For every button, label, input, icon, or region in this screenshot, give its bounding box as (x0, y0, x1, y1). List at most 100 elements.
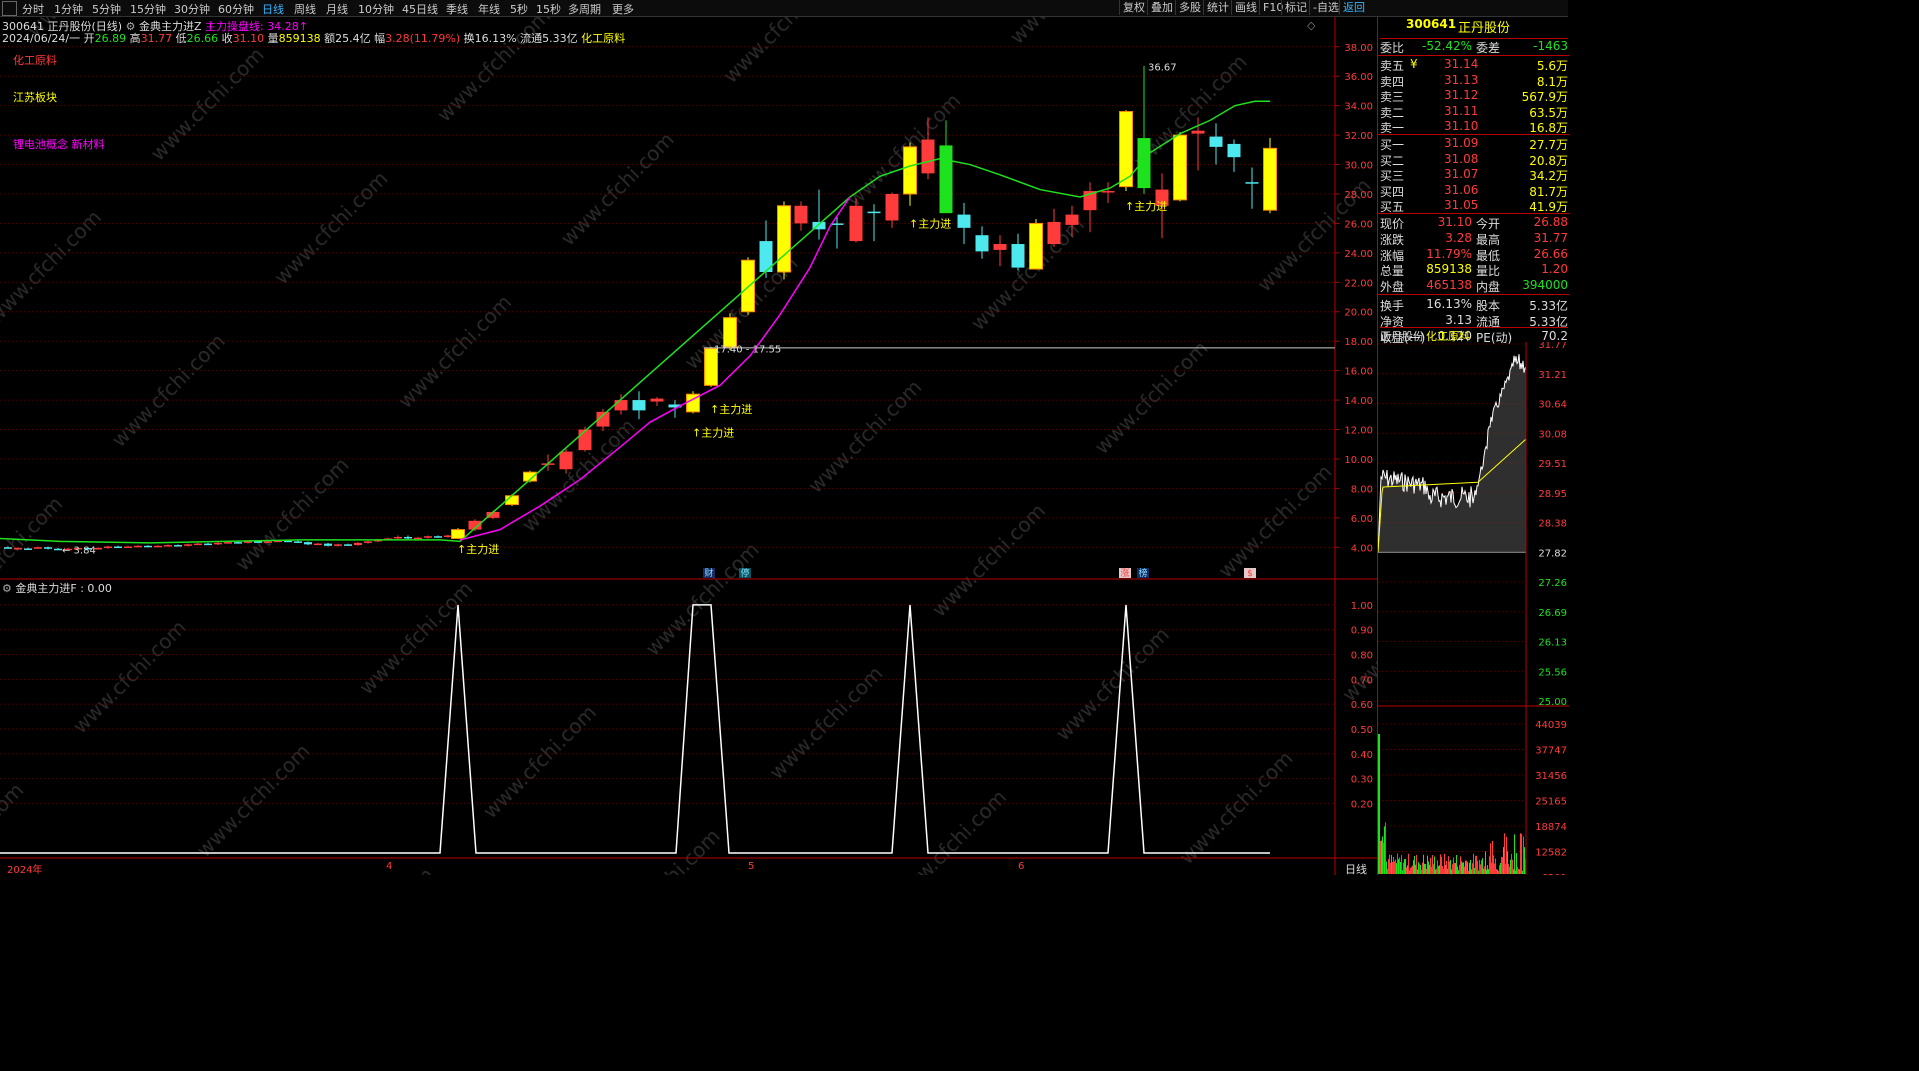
high-value: 31.77 (140, 32, 173, 45)
mini-price-tick: 31.21 (1538, 370, 1567, 381)
ask-row-price: 31.13 (1444, 72, 1479, 87)
stat-label: 量比 (1476, 264, 1501, 279)
bid-row-label: 买二 (1380, 153, 1405, 168)
period-tab-7[interactable]: 周线 (294, 1, 316, 17)
price-tick-label: 18.00 (1344, 337, 1373, 348)
watermark-background (0, 17, 1377, 875)
mini-area (1378, 354, 1526, 553)
period-toolbar: 分时 1分钟 5分钟 15分钟 30分钟 60分钟 日线 周线 月线 10分钟 45日线 季线 年线 5秒… (0, 0, 1568, 17)
period-tab-6[interactable]: 日线 (262, 1, 284, 17)
indicator-tick-label: 0.60 (1351, 700, 1373, 711)
event-marker-label[interactable]: 榜 (1138, 567, 1147, 579)
indicator-tick-label: 0.80 (1351, 651, 1373, 662)
price-tick-label: 36.00 (1344, 72, 1373, 83)
candle-body (921, 139, 935, 174)
ask-row-volume: 5.6万 (1536, 59, 1568, 73)
bid-list: 买一 31.09 27.7万 买二 31.08 20.8万 买三 31.07 34.2万 买四 31… (1378, 134, 1569, 214)
toolbar-button-0[interactable]: 复权 (1119, 0, 1148, 15)
candle-body (1245, 182, 1259, 184)
candle-body (1065, 214, 1079, 225)
period-tab-4[interactable]: 30分钟 (174, 1, 210, 17)
toolbar-button-6[interactable]: 标记 (1281, 0, 1310, 15)
ask-row-flag: ¥ (1410, 57, 1418, 71)
ask-row-price: 31.14 (1444, 57, 1479, 71)
weibi-label: 委比 (1380, 41, 1405, 55)
price-tick-label: 28.00 (1344, 190, 1373, 201)
toolbar-button-4[interactable]: 画线 (1231, 0, 1260, 15)
period-tab-9[interactable]: 10分钟 (358, 1, 394, 17)
stat-value: 31.77 (1533, 230, 1568, 245)
candle-body (44, 547, 52, 549)
candle-body (144, 545, 152, 548)
x-axis-label-april: 4 (386, 861, 393, 872)
ask-row-price: 31.11 (1444, 103, 1479, 118)
period-tab-16[interactable]: 更多 (612, 1, 634, 17)
quote-name: 正丹股份 (1458, 21, 1511, 36)
bid-row-volume: 20.8万 (1529, 153, 1568, 168)
concept-label[interactable]: 锂电池概念 新材料 (13, 136, 105, 152)
period-tab-8[interactable]: 月线 (326, 1, 348, 17)
expand-diamond-icon[interactable]: ◇ (1307, 19, 1315, 32)
mini-price-tick: 28.38 (1538, 519, 1567, 530)
bid-row-label: 买四 (1380, 184, 1405, 199)
candle-body (957, 214, 971, 228)
quote-code: 300641 (1406, 17, 1457, 31)
mini-price-tick: 27.26 (1538, 578, 1567, 589)
price-tick-label: 10.00 (1344, 455, 1373, 466)
period-tab-5[interactable]: 60分钟 (218, 1, 254, 17)
event-marker-label[interactable]: $ (1247, 569, 1253, 579)
candle-body (1227, 143, 1241, 158)
toolbar-button-3[interactable]: 统计 (1203, 0, 1232, 15)
candle-body (404, 536, 412, 539)
price-tick-label: 32.00 (1344, 131, 1373, 142)
window-menu-icon[interactable] (2, 1, 17, 16)
open-label: 开 (83, 32, 95, 45)
candle-body (559, 451, 573, 470)
indicator-tick-label: 0.70 (1351, 675, 1373, 686)
toolbar-button-1[interactable]: 叠加 (1147, 0, 1176, 15)
mini-vol-tick: 18874 (1535, 822, 1567, 833)
candle-body (224, 542, 232, 544)
ask-row-price: 31.12 (1444, 88, 1479, 103)
period-tab-15[interactable]: 多周期 (568, 1, 601, 17)
indicator-tick-label: 0.40 (1351, 750, 1373, 761)
toolbar-button-7[interactable]: -自选 (1309, 0, 1342, 15)
region-label[interactable]: 江苏板块 (13, 89, 57, 105)
event-marker-label[interactable]: 财 (704, 567, 713, 579)
period-tab-10[interactable]: 45日线 (402, 1, 438, 17)
period-tab-1[interactable]: 1分钟 (54, 1, 83, 17)
period-indicator[interactable]: 日线 (1345, 861, 1367, 877)
candle-body (184, 544, 192, 546)
ask-row-volume: 567.9万 (1521, 90, 1568, 105)
mini-price-tick: 30.64 (1538, 400, 1567, 411)
bid-row-label: 买三 (1380, 169, 1405, 184)
period-tab-3[interactable]: 15分钟 (130, 1, 166, 17)
candle-body (723, 317, 737, 348)
period-tab-2[interactable]: 5分钟 (92, 1, 121, 17)
sector-label[interactable]: 化工原料 (581, 32, 625, 45)
candle-body (34, 547, 42, 549)
float-label: 流通 (520, 32, 543, 45)
event-marker-label[interactable]: 停 (740, 567, 749, 579)
period-tab-12[interactable]: 年线 (478, 1, 500, 17)
toolbar-button-2[interactable]: 多股 (1175, 0, 1204, 15)
industry-label[interactable]: 化工原料 (13, 52, 57, 68)
candle-body (1173, 134, 1187, 201)
period-tab-14[interactable]: 15秒 (536, 1, 561, 17)
ask-list: 卖五 ¥31.14 5.6万 卖四 31.13 8.1万 卖三 31.12 567.9万 卖二 31… (1378, 55, 1569, 135)
period-tab-13[interactable]: 5秒 (510, 1, 528, 17)
panel-settings-icon[interactable]: ⚙ (2, 582, 12, 595)
period-tab-11[interactable]: 季线 (446, 1, 468, 17)
candle-body (903, 146, 917, 195)
event-marker-label[interactable]: 涨 (1120, 568, 1129, 579)
intraday-mini-chart[interactable]: 31.77 31.21 30.64 30.08 29.51 28.95 28.38 27.82… (1378, 342, 1569, 875)
low-value: 26.66 (186, 32, 219, 45)
toolbar-button-8[interactable]: 返回 (1339, 0, 1368, 15)
stat-value: 465138 (1426, 278, 1472, 293)
kline-chart[interactable]: www.cfchi.com ↑主力进↑主力进↑主力进↑主力进↑主力进36.67←… (0, 17, 1377, 875)
high-label: 高 (129, 32, 141, 45)
period-tab-0[interactable]: 分时 (22, 1, 44, 17)
stat-value: 394000 (1522, 278, 1568, 293)
candle-body (304, 542, 312, 545)
ask-row-label: 卖三 (1380, 90, 1405, 105)
